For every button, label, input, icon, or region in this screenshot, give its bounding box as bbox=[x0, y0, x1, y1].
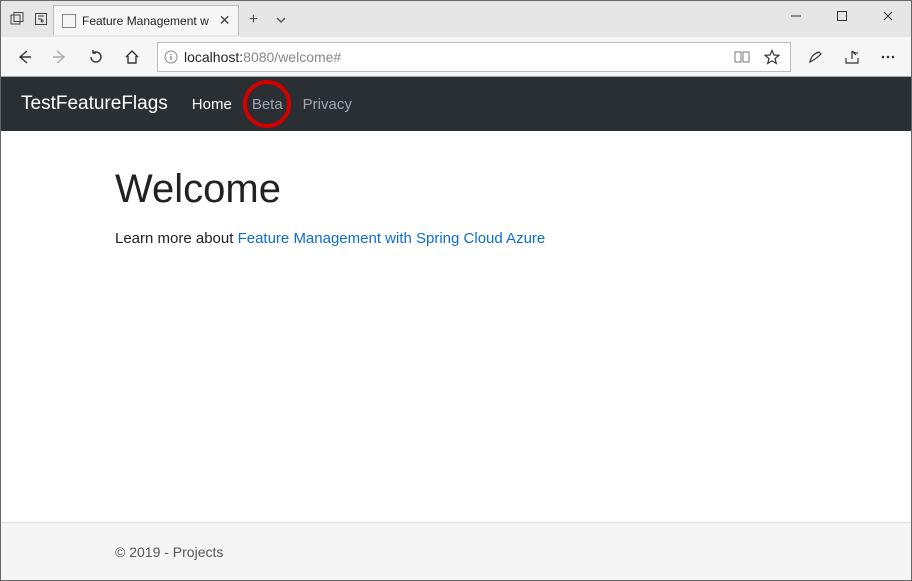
nav-link-beta[interactable]: Beta bbox=[252, 96, 283, 113]
page-icon bbox=[62, 14, 76, 28]
site-info-icon[interactable] bbox=[164, 50, 178, 64]
lead-link[interactable]: Feature Management with Spring Cloud Azu… bbox=[238, 230, 546, 247]
window-minimize-button[interactable] bbox=[773, 1, 819, 31]
set-aside-tabs-icon[interactable] bbox=[29, 1, 53, 37]
url-path: 8080/welcome# bbox=[243, 49, 341, 65]
url-host: localhost: bbox=[184, 49, 243, 65]
nav-link-privacy[interactable]: Privacy bbox=[303, 96, 352, 113]
footer-text: © 2019 - Projects bbox=[115, 544, 223, 560]
back-button[interactable] bbox=[7, 40, 41, 74]
refresh-button[interactable] bbox=[79, 40, 113, 74]
new-tab-button[interactable]: + bbox=[239, 5, 267, 35]
forward-button[interactable] bbox=[43, 40, 77, 74]
brand-title[interactable]: TestFeatureFlags bbox=[21, 93, 168, 115]
page-content: Welcome Learn more about Feature Managem… bbox=[1, 131, 911, 522]
address-bar[interactable]: localhost:8080/welcome# bbox=[157, 42, 791, 72]
page-heading: Welcome bbox=[115, 167, 911, 212]
app-navbar: TestFeatureFlags Home Beta Privacy bbox=[1, 77, 911, 131]
window-maximize-button[interactable] bbox=[819, 1, 865, 31]
home-button[interactable] bbox=[115, 40, 149, 74]
lead-paragraph: Learn more about Feature Management with… bbox=[115, 230, 911, 247]
url-text: localhost:8080/welcome# bbox=[184, 49, 341, 65]
favorite-star-icon[interactable] bbox=[760, 45, 784, 69]
reading-view-icon[interactable] bbox=[730, 45, 754, 69]
tab-actions-icon[interactable] bbox=[5, 1, 29, 37]
tab-close-icon[interactable]: ✕ bbox=[219, 12, 231, 29]
more-icon[interactable] bbox=[871, 40, 905, 74]
share-icon[interactable] bbox=[835, 40, 869, 74]
notes-icon[interactable] bbox=[799, 40, 833, 74]
tab-chevron-icon[interactable] bbox=[267, 5, 295, 35]
lead-prefix: Learn more about bbox=[115, 230, 238, 247]
titlebar-left: Feature Management w ✕ + bbox=[1, 1, 295, 37]
nav-link-home[interactable]: Home bbox=[192, 96, 232, 113]
browser-tab[interactable]: Feature Management w ✕ bbox=[53, 5, 239, 35]
page-footer: © 2019 - Projects bbox=[1, 522, 911, 580]
browser-toolbar: localhost:8080/welcome# bbox=[1, 37, 911, 77]
window-close-button[interactable] bbox=[865, 1, 911, 31]
tab-title: Feature Management w bbox=[82, 14, 209, 28]
window-titlebar: Feature Management w ✕ + bbox=[1, 1, 911, 37]
